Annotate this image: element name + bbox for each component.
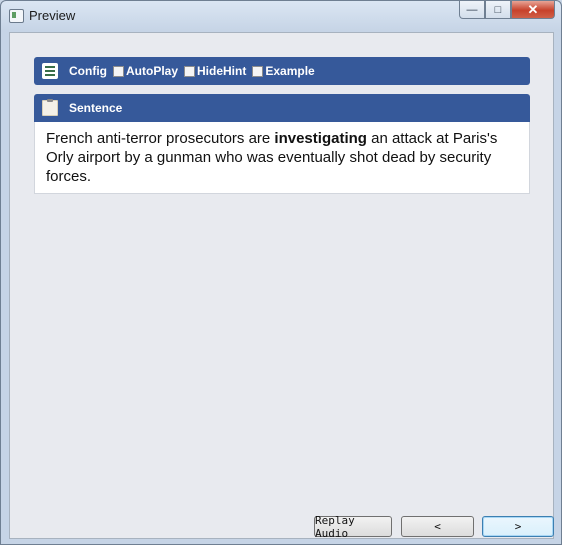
window-title: Preview [29,8,76,23]
maximize-button[interactable]: □ [485,1,511,19]
clipboard-icon [42,99,58,116]
app-icon [9,9,24,23]
autoplay-label: AutoPlay [126,64,179,78]
example-checkbox[interactable]: Example [250,64,315,78]
title-bar[interactable]: Preview — □ ✕ [1,1,561,31]
content-area: Config AutoPlay HideHint Example Sentenc… [9,32,554,540]
close-icon: ✕ [527,1,539,17]
close-button[interactable]: ✕ [511,1,555,19]
window-controls: — □ ✕ [459,1,555,20]
checkbox-box[interactable] [184,65,196,77]
autoplay-checkbox[interactable]: AutoPlay [111,64,178,78]
config-bar: Config AutoPlay HideHint Example [34,57,530,85]
replay-audio-button[interactable]: Replay Audio [314,514,392,540]
sentence-header: Sentence [34,94,530,122]
config-label: Config [69,64,107,78]
chevron-right-icon: > [514,520,522,533]
chevron-left-icon: < [434,520,441,533]
sentence-text-before: French anti-terror prosecutors are [46,130,275,147]
checkbox-box[interactable] [252,65,264,77]
hidehint-checkbox[interactable]: HideHint [182,64,246,78]
hidehint-label: HideHint [197,64,247,78]
checkbox-box[interactable] [113,65,124,77]
sentence-label: Sentence [69,101,123,115]
list-icon [42,63,58,79]
maximize-icon: □ [494,3,502,16]
highlighted-word: investigating [274,130,367,147]
minimize-icon: — [466,3,478,16]
minimize-button[interactable]: — [459,1,485,19]
example-label: Example [265,64,315,78]
next-button[interactable]: > [482,516,554,537]
sentence-text: French anti-terror prosecutors are inves… [34,122,530,194]
previous-button[interactable]: < [401,516,474,537]
preview-window: Preview — □ ✕ Config AutoPlay HideHint E… [0,0,562,545]
